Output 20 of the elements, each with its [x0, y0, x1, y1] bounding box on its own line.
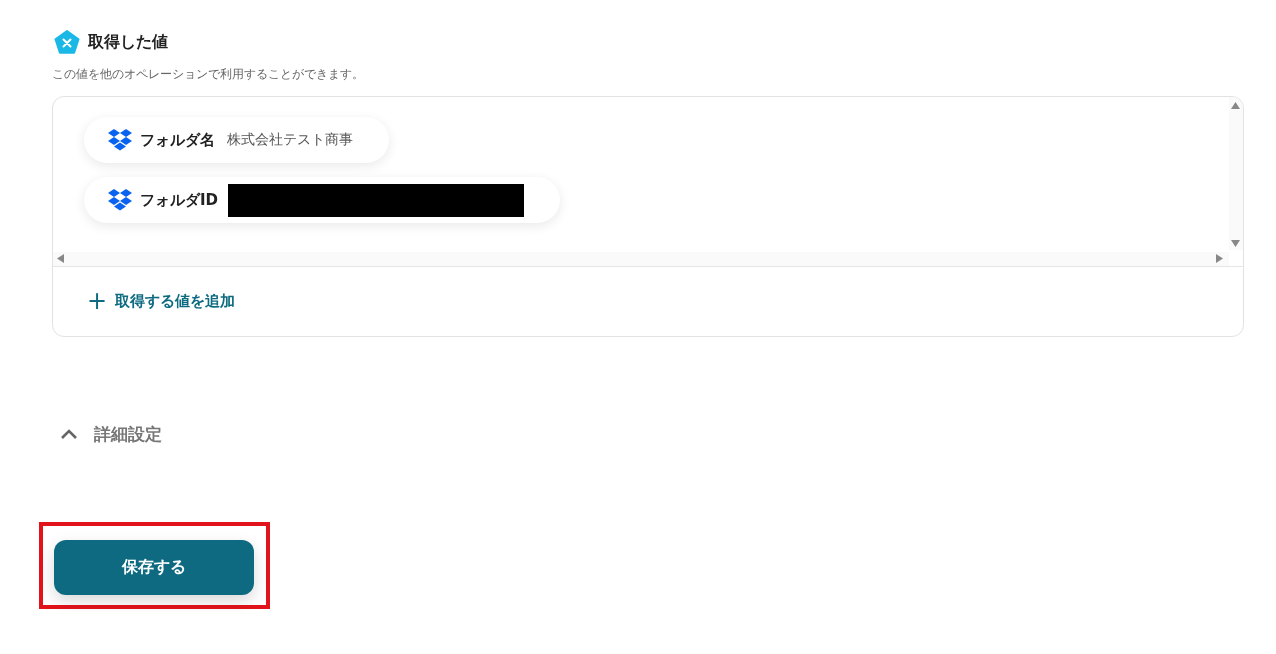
section-title: 取得した値	[88, 32, 168, 53]
add-value-button[interactable]: + 取得する値を追加	[87, 289, 236, 313]
details-toggle[interactable]: 詳細設定	[60, 423, 162, 446]
scroll-left-icon[interactable]	[57, 254, 64, 263]
value-text: 株式会社テスト商事	[227, 131, 353, 149]
save-button[interactable]: 保存する	[54, 540, 254, 595]
value-label: フォルダ名	[140, 130, 215, 150]
scroll-up-icon[interactable]	[1231, 102, 1240, 109]
horizontal-scrollbar[interactable]	[53, 252, 1229, 266]
scroll-right-icon[interactable]	[1216, 254, 1223, 263]
value-label: フォルダID	[140, 190, 219, 210]
dropbox-icon	[108, 129, 132, 151]
section-description: この値を他のオペレーションで利用することができます。	[52, 67, 365, 82]
scroll-down-icon[interactable]	[1231, 240, 1240, 247]
value-chip[interactable]: フォルダ名 株式会社テスト商事	[84, 117, 389, 163]
pentagon-x-icon	[54, 30, 80, 55]
chevron-icon	[60, 429, 78, 440]
dropbox-icon	[108, 189, 132, 211]
value-chip[interactable]: フォルダID	[84, 177, 561, 223]
vertical-scrollbar[interactable]	[1229, 97, 1243, 250]
